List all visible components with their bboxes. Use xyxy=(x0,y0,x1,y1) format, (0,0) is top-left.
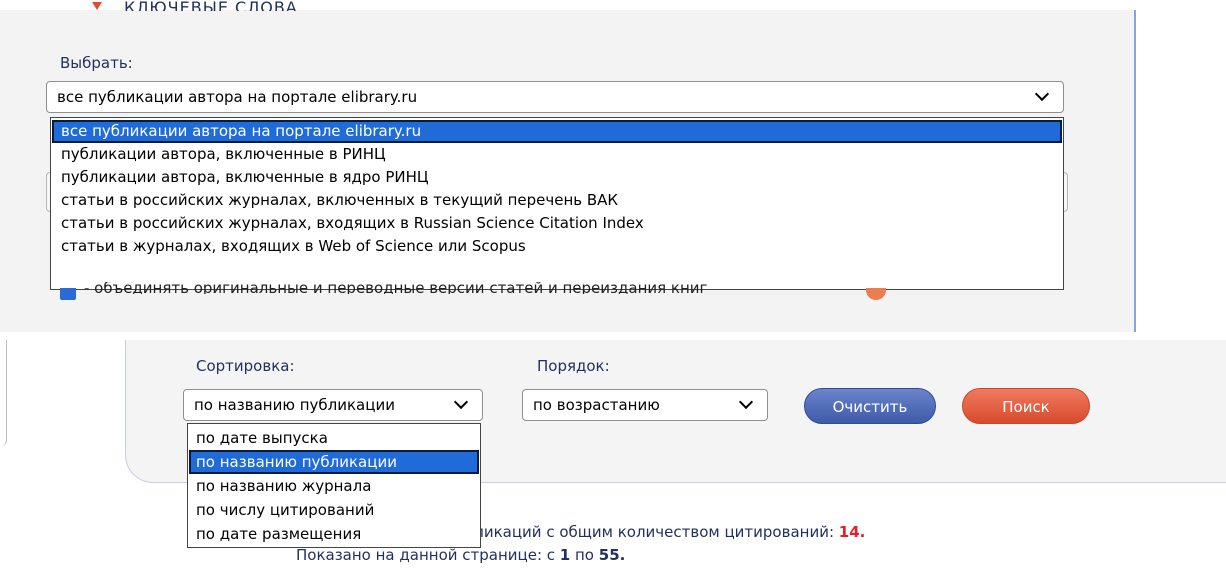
citations-summary-text: бликаций с общим количеством цитирований… xyxy=(465,523,839,541)
dropdown-option[interactable]: публикации автора, включенные в РИНЦ xyxy=(52,143,1062,166)
publication-scope-dropdown[interactable]: все публикации автора на портале elibrar… xyxy=(50,117,1064,290)
order-select[interactable]: по возрастанию xyxy=(522,389,768,421)
sort-dropdown[interactable]: по дате выпуска по названию публикации п… xyxy=(187,423,481,548)
choose-label: Выбрать: xyxy=(60,54,133,72)
merge-versions-text: - объединять оригинальные и переводные в… xyxy=(84,282,708,294)
citations-count: 14. xyxy=(838,523,866,541)
clear-button[interactable]: Очистить xyxy=(804,388,936,424)
page-range-mid: по xyxy=(570,546,599,564)
sort-select[interactable]: по названию публикации xyxy=(183,389,483,421)
order-value: по возрастанию xyxy=(533,396,660,414)
sort-option[interactable]: по дате размещения xyxy=(189,522,479,546)
sort-option[interactable]: по дате выпуска xyxy=(189,426,479,450)
dropdown-option[interactable]: все публикации автора на портале elibrar… xyxy=(52,120,1062,143)
page-range-to: 55. xyxy=(598,546,626,564)
sort-label: Сортировка: xyxy=(196,357,295,375)
expand-arrow-icon[interactable] xyxy=(92,2,102,10)
keywords-heading[interactable]: КЛЮЧЕВЫЕ СЛОВА xyxy=(124,0,298,11)
page-range: Показано на данной странице: с 1 по 55. xyxy=(296,546,625,564)
sort-value: по названию публикации xyxy=(194,396,395,414)
chevron-down-icon xyxy=(738,394,754,410)
publication-scope-value: все публикации автора на портале elibrar… xyxy=(57,88,418,106)
sort-option[interactable]: по названию публикации xyxy=(189,450,479,474)
publication-scope-select[interactable]: все публикации автора на портале elibrar… xyxy=(46,81,1064,113)
merge-versions-label: - объединять оригинальные и переводные в… xyxy=(84,282,707,294)
page-range-from: 1 xyxy=(559,546,571,564)
left-panel-edge xyxy=(0,340,7,446)
dropdown-option[interactable]: статьи в российских журналах, включенных… xyxy=(52,189,1062,212)
chevron-down-icon xyxy=(1034,86,1050,102)
merge-versions-checkbox[interactable] xyxy=(60,288,76,300)
order-label: Порядок: xyxy=(537,357,610,375)
sort-option[interactable]: по названию журнала xyxy=(189,474,479,498)
citations-summary: бликаций с общим количеством цитирований… xyxy=(465,523,865,541)
dropdown-option[interactable]: публикации автора, включенные в ядро РИН… xyxy=(52,166,1062,189)
search-button[interactable]: Поиск xyxy=(962,388,1090,424)
sort-option[interactable]: по числу цитирований xyxy=(189,498,479,522)
dropdown-option[interactable]: статьи в российских журналах, входящих в… xyxy=(52,212,1062,235)
page-range-prefix: Показано на данной странице: с xyxy=(296,546,560,564)
chevron-down-icon xyxy=(453,394,469,410)
dropdown-option[interactable]: статьи в журналах, входящих в Web of Sci… xyxy=(52,235,1062,258)
